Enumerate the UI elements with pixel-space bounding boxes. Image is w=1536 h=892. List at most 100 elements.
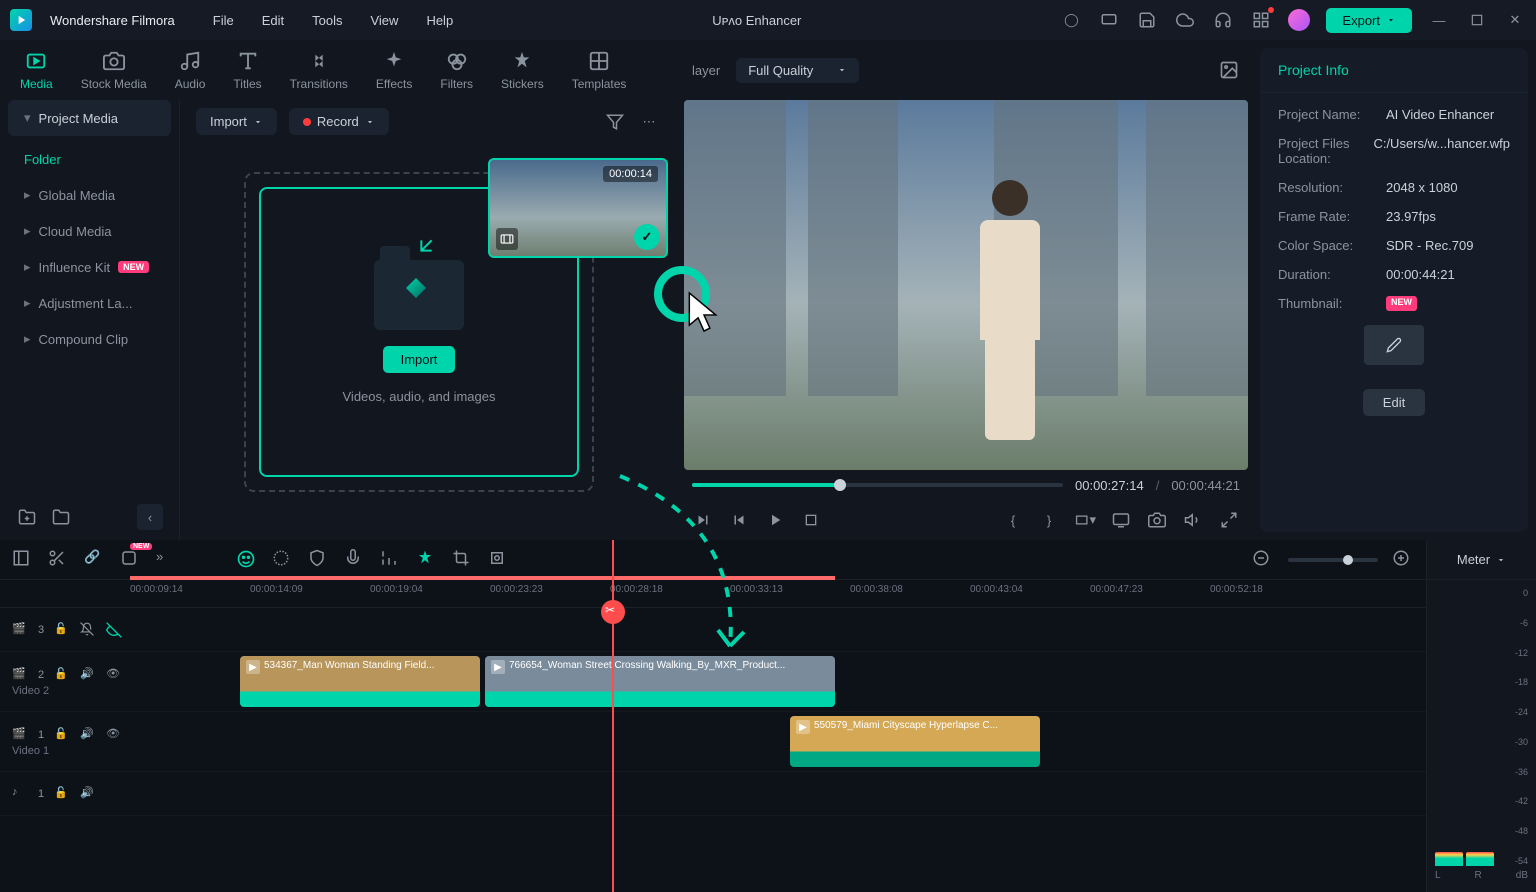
- main-area: Media Stock Media Audio Titles Transitio…: [0, 40, 1536, 540]
- sidebar-folder[interactable]: Folder: [0, 142, 179, 177]
- headphones-icon[interactable]: [1212, 9, 1234, 31]
- zoom-slider[interactable]: [1288, 558, 1378, 562]
- volume-icon[interactable]: 🔊: [80, 786, 96, 802]
- import-button[interactable]: Import: [383, 346, 456, 373]
- sidebar-project-media[interactable]: ▾Project Media: [8, 100, 171, 136]
- tl-more-icon[interactable]: »: [156, 549, 178, 571]
- menu-tools[interactable]: Tools: [312, 13, 342, 28]
- display-icon[interactable]: [1110, 509, 1132, 531]
- prev-frame-icon[interactable]: [692, 509, 714, 531]
- media-thumbnail[interactable]: 00:00:14 ✓: [488, 158, 668, 258]
- tl-ai-accent-icon[interactable]: [236, 549, 258, 571]
- clip-a[interactable]: ▶534367_Man Woman Standing Field...: [240, 656, 480, 707]
- play-icon[interactable]: [764, 509, 786, 531]
- mark-in-icon[interactable]: {: [1002, 509, 1024, 531]
- mute-off-icon[interactable]: [80, 622, 96, 638]
- menu-file[interactable]: File: [213, 13, 234, 28]
- apps-icon[interactable]: [1250, 9, 1272, 31]
- info-colorspace: SDR - Rec.709: [1386, 238, 1510, 253]
- record-status-icon[interactable]: ◯: [1060, 9, 1082, 31]
- tl-layout-icon[interactable]: [12, 549, 34, 571]
- more-icon[interactable]: ⋯: [638, 111, 660, 133]
- filter-sort-icon[interactable]: [604, 111, 626, 133]
- sidebar-item-adjustment[interactable]: ▸Adjustment La...: [0, 285, 179, 321]
- tl-link-icon[interactable]: 🔗: [84, 549, 106, 571]
- tab-stickers[interactable]: Stickers: [501, 49, 544, 91]
- preview-image-icon[interactable]: [1218, 59, 1240, 81]
- tab-effects[interactable]: Effects: [376, 49, 412, 91]
- track-2-body[interactable]: ▶534367_Man Woman Standing Field... ▶766…: [150, 652, 1426, 711]
- zoom-out-icon[interactable]: [1252, 549, 1274, 571]
- eye-icon[interactable]: 👁: [106, 727, 122, 743]
- volume-icon[interactable]: [1182, 509, 1204, 531]
- tab-filters[interactable]: Filters: [440, 49, 473, 91]
- thumbnail-edit-icon[interactable]: [1364, 325, 1424, 365]
- tab-media[interactable]: Media: [20, 49, 53, 91]
- lock-icon[interactable]: 🔓: [54, 667, 70, 683]
- zoom-in-icon[interactable]: [1392, 549, 1414, 571]
- avatar[interactable]: [1288, 9, 1310, 31]
- tl-audio-mix-icon[interactable]: [380, 549, 402, 571]
- minimize-icon[interactable]: —: [1428, 9, 1450, 31]
- timeline-toolbar: 🔗 NEW »: [0, 540, 1426, 580]
- collapse-sidebar-icon[interactable]: ‹: [137, 504, 163, 530]
- tab-stock-media[interactable]: Stock Media: [81, 49, 147, 91]
- scrub-handle[interactable]: [834, 479, 846, 491]
- tl-mic-icon[interactable]: [344, 549, 366, 571]
- scrub-track[interactable]: [692, 483, 1063, 487]
- menu-help[interactable]: Help: [426, 13, 453, 28]
- close-icon[interactable]: ✕: [1504, 9, 1526, 31]
- tab-audio[interactable]: Audio: [175, 49, 206, 91]
- device-icon[interactable]: [1098, 9, 1120, 31]
- fullscreen-icon[interactable]: [1218, 509, 1240, 531]
- clip-b[interactable]: ▶766654_Woman Street Crossing Walking_By…: [485, 656, 835, 707]
- sidebar-item-cloud[interactable]: ▸Cloud Media: [0, 213, 179, 249]
- eye-icon[interactable]: 👁: [106, 667, 122, 683]
- new-bin-icon[interactable]: [50, 506, 72, 528]
- timeline-ruler[interactable]: 00:00:09:1400:00:14:0900:00:19:0400:00:2…: [0, 580, 1426, 608]
- tl-crop-icon[interactable]: [452, 549, 474, 571]
- edit-button[interactable]: Edit: [1363, 389, 1425, 416]
- import-dropdown[interactable]: Import: [196, 108, 277, 135]
- maximize-icon[interactable]: [1466, 9, 1488, 31]
- snapshot-icon[interactable]: [1146, 509, 1168, 531]
- tl-shield-icon[interactable]: [308, 549, 330, 571]
- lock-icon[interactable]: 🔓: [54, 622, 70, 638]
- mark-out-icon[interactable]: }: [1038, 509, 1060, 531]
- cloud-icon[interactable]: [1174, 9, 1196, 31]
- volume-icon[interactable]: 🔊: [80, 667, 96, 683]
- meter-header[interactable]: Meter: [1427, 540, 1536, 580]
- export-button[interactable]: Export: [1326, 8, 1412, 33]
- check-icon: ✓: [634, 224, 660, 250]
- visibility-off-icon[interactable]: [106, 622, 122, 638]
- track-1-body[interactable]: ▶550579_Miami Cityscape Hyperlapse C...: [150, 712, 1426, 771]
- preview-screen[interactable]: [684, 100, 1248, 470]
- music-icon: [178, 49, 202, 73]
- total-time: 00:00:44:21: [1171, 478, 1240, 493]
- sidebar-item-global[interactable]: ▸Global Media: [0, 177, 179, 213]
- volume-icon[interactable]: 🔊: [80, 727, 96, 743]
- sidebar-item-influence[interactable]: ▸Influence KitNEW: [0, 249, 179, 285]
- save-icon[interactable]: [1136, 9, 1158, 31]
- playhead[interactable]: [612, 540, 614, 892]
- new-folder-icon[interactable]: [16, 506, 38, 528]
- tl-scissors-icon[interactable]: [48, 549, 70, 571]
- tab-templates[interactable]: Templates: [572, 49, 627, 91]
- tl-color-icon[interactable]: [272, 549, 294, 571]
- stop-icon[interactable]: [800, 509, 822, 531]
- next-frame-icon[interactable]: [728, 509, 750, 531]
- menu-view[interactable]: View: [370, 13, 398, 28]
- lock-icon[interactable]: 🔓: [54, 786, 70, 802]
- sidebar-item-compound[interactable]: ▸Compound Clip: [0, 321, 179, 357]
- quality-dropdown[interactable]: Full Quality: [736, 58, 859, 83]
- menu-edit[interactable]: Edit: [262, 13, 284, 28]
- tl-marker-icon[interactable]: [416, 549, 438, 571]
- lock-icon[interactable]: 🔓: [54, 727, 70, 743]
- tab-titles[interactable]: Titles: [233, 49, 261, 91]
- tab-transitions[interactable]: Transitions: [290, 49, 348, 91]
- tl-focus-icon[interactable]: [488, 549, 510, 571]
- clip-settings-icon[interactable]: ▾: [1074, 509, 1096, 531]
- record-dropdown[interactable]: Record: [289, 108, 389, 135]
- clip-c[interactable]: ▶550579_Miami Cityscape Hyperlapse C...: [790, 716, 1040, 767]
- tl-ai-icon[interactable]: NEW: [120, 549, 142, 571]
